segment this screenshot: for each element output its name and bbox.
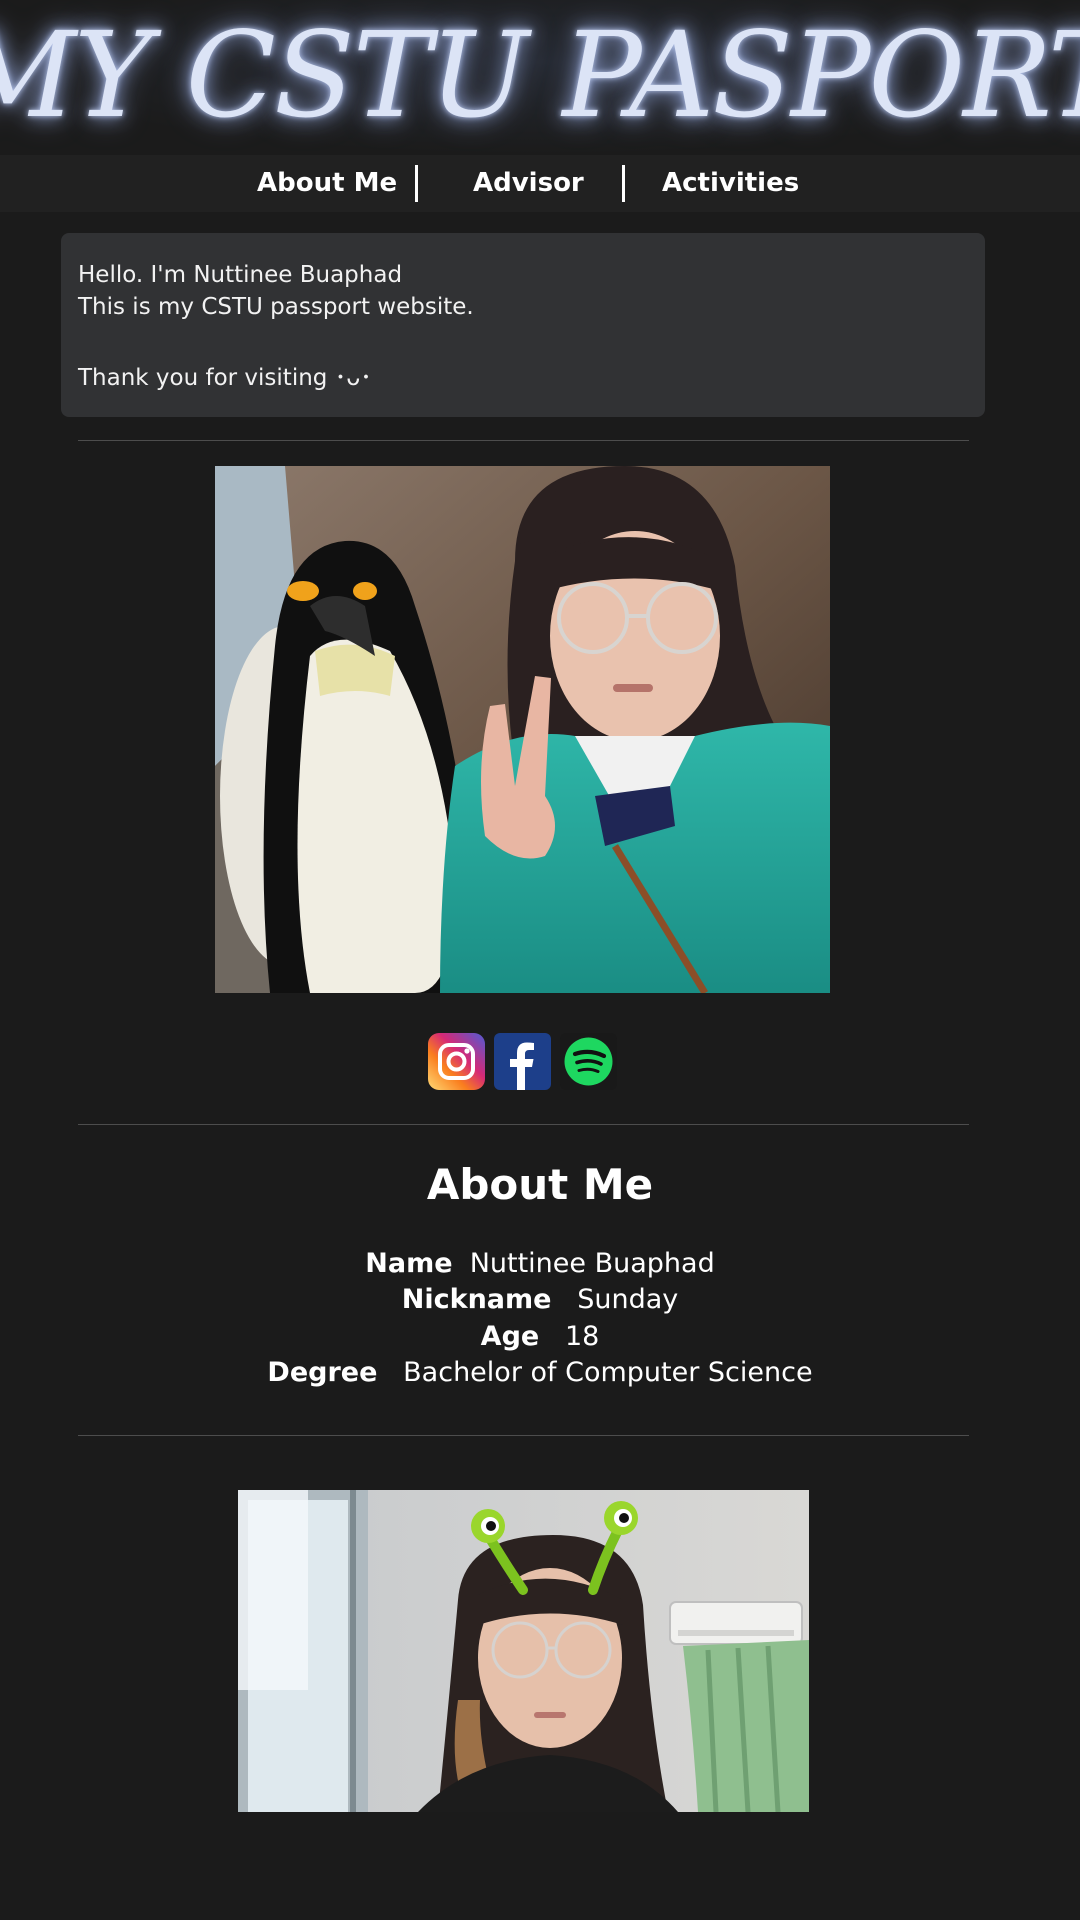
instagram-icon[interactable] — [428, 1033, 485, 1090]
info-value: Nuttinee Buaphad — [469, 1248, 715, 1279]
info-label: Degree — [267, 1357, 378, 1388]
info-row-age: Age 18 — [0, 1321, 1080, 1352]
info-value: Bachelor of Computer Science — [403, 1357, 813, 1388]
info-row-nickname: Nickname Sunday — [0, 1284, 1080, 1315]
intro-description: This is my CSTU passport website. — [78, 294, 474, 320]
section-divider — [78, 440, 969, 441]
nav-advisor[interactable]: Advisor — [473, 155, 584, 212]
info-label: Age — [480, 1321, 540, 1352]
section-divider — [78, 1435, 969, 1436]
nav-about-me[interactable]: About Me — [257, 155, 397, 212]
nav-activities[interactable]: Activities — [662, 155, 799, 212]
intro-thanks: Thank you for visiting ･ᴗ･ — [78, 365, 372, 391]
selfie-with-penguin-illustration — [215, 466, 830, 993]
spotify-icon[interactable] — [560, 1033, 617, 1090]
info-value: Sunday — [577, 1284, 679, 1315]
nav-divider — [415, 165, 418, 202]
section-divider — [78, 1124, 969, 1125]
facebook-icon[interactable] — [494, 1033, 551, 1090]
intro-greeting: Hello. I'm Nuttinee Buaphad — [78, 262, 403, 288]
info-label: Name — [365, 1248, 453, 1279]
info-row-degree: Degree Bachelor of Computer Science — [0, 1357, 1080, 1388]
site-title: MY CSTU PASPORT — [0, 5, 1080, 144]
site-banner: MY CSTU PASPORT — [0, 0, 1080, 155]
profile-photo — [215, 466, 830, 993]
selfie-with-alien-headband-illustration — [238, 1490, 809, 1812]
second-photo — [238, 1490, 809, 1812]
nav-divider — [622, 165, 625, 202]
info-value: 18 — [564, 1321, 600, 1352]
info-label: Nickname — [401, 1284, 552, 1315]
intro-box: Hello. I'm Nuttinee Buaphad This is my C… — [61, 233, 985, 417]
top-navbar: About Me Advisor Activities — [0, 155, 1080, 212]
info-row-name: Name Nuttinee Buaphad — [0, 1248, 1080, 1279]
about-me-heading: About Me — [426, 1160, 654, 1209]
